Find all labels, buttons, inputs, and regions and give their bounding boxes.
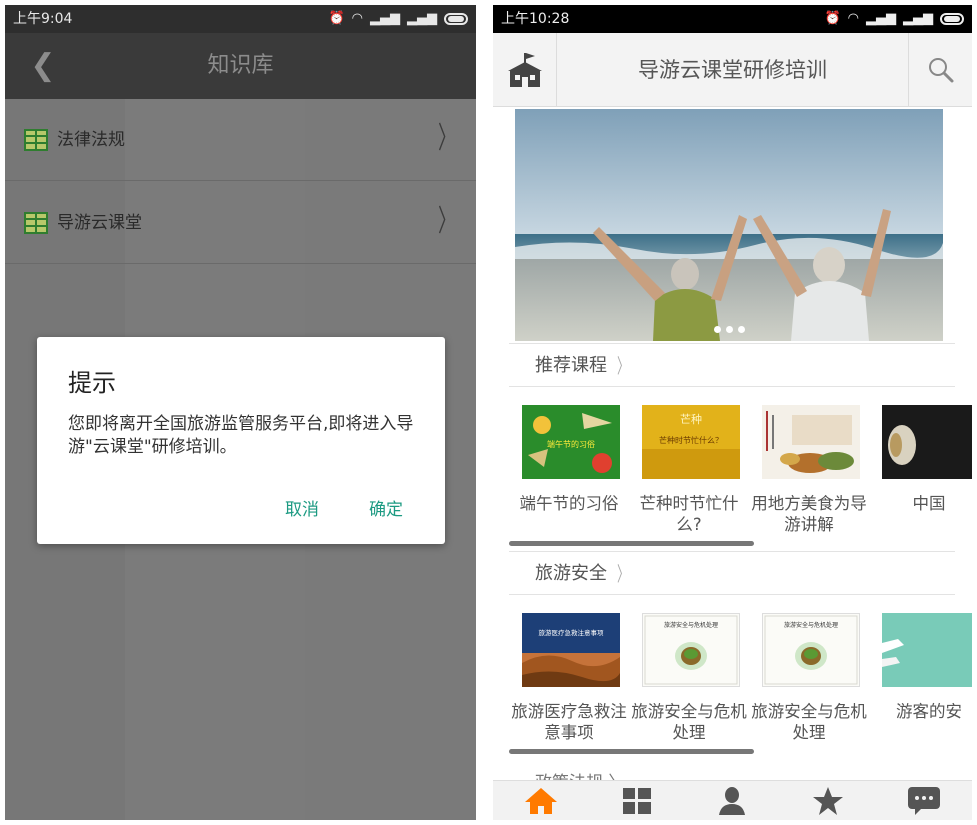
cancel-button[interactable]: 取消 bbox=[285, 495, 319, 520]
grid-icon bbox=[622, 788, 651, 814]
wifi-icon: ◠ bbox=[351, 11, 363, 26]
thumb-caption: 旅游安全与危机处理 bbox=[784, 621, 838, 629]
signal-icon: ▂▄▆ bbox=[370, 11, 400, 26]
course-thumbnail bbox=[882, 405, 972, 479]
course-thumbnail bbox=[762, 405, 860, 479]
course-thumbnail: 端午节的习俗 bbox=[522, 405, 620, 479]
book-icon bbox=[24, 129, 48, 151]
cloud-classroom-screen: 上午10:28 ⏰ ◠ ▂▄▆ ▂▄▆ 导游云课堂研修培训 推荐课程 〉 端午节… bbox=[493, 5, 972, 820]
signal-icon: ▂▄▆ bbox=[903, 11, 933, 26]
section-title: 旅游安全 bbox=[535, 563, 607, 584]
chevron-right-icon: 〉 bbox=[438, 121, 456, 156]
status-icons: ⏰ ◠ ▂▄▆ ▂▄▆ bbox=[328, 5, 468, 33]
course-card[interactable]: 游客的安 bbox=[869, 599, 972, 759]
banner-carousel[interactable] bbox=[515, 109, 943, 341]
carousel-dots bbox=[515, 326, 943, 333]
course-title: 芒种时节忙什么? bbox=[639, 494, 739, 534]
dialog-message: 您即将离开全国旅游监管服务平台,即将进入导游"云课堂"研修培训。 bbox=[68, 414, 414, 457]
knowledge-item-laws[interactable]: 法律法规 〉 bbox=[5, 99, 476, 181]
course-thumbnail: 旅游安全与危机处理 bbox=[762, 613, 860, 687]
knowledge-item-label: 导游云课堂 bbox=[57, 213, 142, 233]
course-card[interactable]: 用地方美食为导游讲解 bbox=[749, 391, 869, 551]
home-icon bbox=[524, 788, 557, 814]
course-title: 游客的安 bbox=[896, 702, 962, 721]
section-title: 推荐课程 bbox=[535, 355, 607, 376]
tab-favorites[interactable] bbox=[780, 781, 876, 820]
course-card[interactable]: 芒种 芒种时节忙什么？ 芒种时节忙什么? bbox=[629, 391, 749, 551]
course-card[interactable]: 旅游安全与危机处理 旅游安全与危机处理 bbox=[629, 599, 749, 759]
user-icon bbox=[719, 787, 746, 815]
tab-home[interactable] bbox=[493, 781, 589, 820]
carousel-dot[interactable] bbox=[725, 326, 733, 333]
tab-categories[interactable] bbox=[589, 781, 685, 820]
course-title: 用地方美食为导游讲解 bbox=[751, 494, 867, 534]
course-card[interactable]: 旅游安全与危机处理 旅游安全与危机处理 bbox=[749, 599, 869, 759]
knowledge-base-screen: 上午9:04 ⏰ ◠ ▂▄▆ ▂▄▆ 知识库 ❮ 法律法规 〉 导游云课堂 〉 … bbox=[5, 5, 476, 820]
course-card[interactable]: 端午节的习俗 端午节的习俗 bbox=[509, 391, 629, 551]
course-title: 旅游安全与危机处理 bbox=[751, 702, 867, 742]
chevron-right-icon: 〉 bbox=[438, 204, 456, 239]
course-title: 端午节的习俗 bbox=[519, 494, 619, 513]
battery-icon bbox=[940, 13, 964, 25]
carousel-dot[interactable] bbox=[737, 326, 745, 333]
status-time: 上午9:04 bbox=[13, 11, 73, 27]
wifi-icon: ◠ bbox=[847, 11, 859, 26]
section-recommended[interactable]: 推荐课程 〉 bbox=[509, 343, 955, 387]
course-title: 中国 bbox=[912, 494, 946, 513]
course-row-recommended: 端午节的习俗 端午节的习俗 芒种 芒种时节忙什么？ 芒种时节忙什么? 用地方美食… bbox=[509, 391, 972, 551]
thumb-caption: 端午节的习俗 bbox=[547, 439, 595, 449]
course-card[interactable]: 旅游医疗急救注意事项 旅游医疗急救注意事项 bbox=[509, 599, 629, 759]
alarm-icon: ⏰ bbox=[328, 11, 345, 26]
message-icon bbox=[908, 787, 941, 815]
tab-profile[interactable] bbox=[685, 781, 781, 820]
signal-icon: ▂▄▆ bbox=[866, 11, 896, 26]
star-icon bbox=[813, 787, 844, 815]
tab-messages[interactable] bbox=[876, 781, 972, 820]
alarm-icon: ⏰ bbox=[824, 11, 841, 26]
course-row-safety: 旅游医疗急救注意事项 旅游医疗急救注意事项 旅游安全与危机处理 旅游安全与危机处… bbox=[509, 599, 972, 759]
knowledge-item-label: 法律法规 bbox=[57, 130, 125, 150]
horizontal-scrollbar[interactable] bbox=[509, 749, 754, 754]
search-icon[interactable] bbox=[908, 33, 972, 107]
banner-image bbox=[515, 109, 943, 341]
school-icon[interactable] bbox=[493, 33, 557, 107]
nav-bar: 导游云课堂研修培训 bbox=[493, 33, 972, 107]
leave-platform-dialog: 提示 您即将离开全国旅游监管服务平台,即将进入导游"云课堂"研修培训。 取消 确… bbox=[37, 337, 445, 544]
carousel-dot[interactable] bbox=[713, 326, 721, 333]
signal-icon: ▂▄▆ bbox=[407, 11, 437, 26]
course-title: 旅游安全与危机处理 bbox=[631, 702, 747, 742]
book-icon bbox=[24, 212, 48, 234]
status-time: 上午10:28 bbox=[501, 11, 570, 27]
thumb-caption: 旅游医疗急救注意事项 bbox=[539, 628, 605, 637]
horizontal-scrollbar[interactable] bbox=[509, 541, 754, 546]
back-icon[interactable]: ❮ bbox=[25, 47, 61, 85]
nav-bar: 知识库 ❮ bbox=[5, 33, 476, 99]
bottom-tab-bar bbox=[493, 780, 972, 820]
svg-text:芒种: 芒种 bbox=[680, 412, 702, 426]
course-thumbnail bbox=[882, 613, 972, 687]
confirm-button[interactable]: 确定 bbox=[369, 495, 403, 520]
thumb-caption: 芒种时节忙什么？ bbox=[659, 435, 723, 445]
thumb-caption: 旅游安全与危机处理 bbox=[664, 621, 718, 629]
chevron-right-icon: 〉 bbox=[617, 562, 629, 586]
page-title: 导游云课堂研修培训 bbox=[638, 58, 827, 82]
course-card[interactable]: 中国 bbox=[869, 391, 972, 551]
status-bar: 上午10:28 ⏰ ◠ ▂▄▆ ▂▄▆ bbox=[493, 5, 972, 33]
page-title: 知识库 bbox=[207, 53, 274, 78]
course-thumbnail: 旅游医疗急救注意事项 bbox=[522, 613, 620, 687]
dialog-title: 提示 bbox=[68, 369, 116, 397]
status-icons: ⏰ ◠ ▂▄▆ ▂▄▆ bbox=[824, 5, 964, 33]
course-thumbnail: 芒种 芒种时节忙什么？ bbox=[642, 405, 740, 479]
status-bar: 上午9:04 ⏰ ◠ ▂▄▆ ▂▄▆ bbox=[5, 5, 476, 33]
course-title: 旅游医疗急救注意事项 bbox=[511, 702, 627, 742]
chevron-right-icon: 〉 bbox=[617, 354, 629, 378]
section-travel-safety[interactable]: 旅游安全 〉 bbox=[509, 551, 955, 595]
knowledge-item-cloud-class[interactable]: 导游云课堂 〉 bbox=[5, 182, 476, 264]
course-thumbnail: 旅游安全与危机处理 bbox=[642, 613, 740, 687]
battery-icon bbox=[444, 13, 468, 25]
